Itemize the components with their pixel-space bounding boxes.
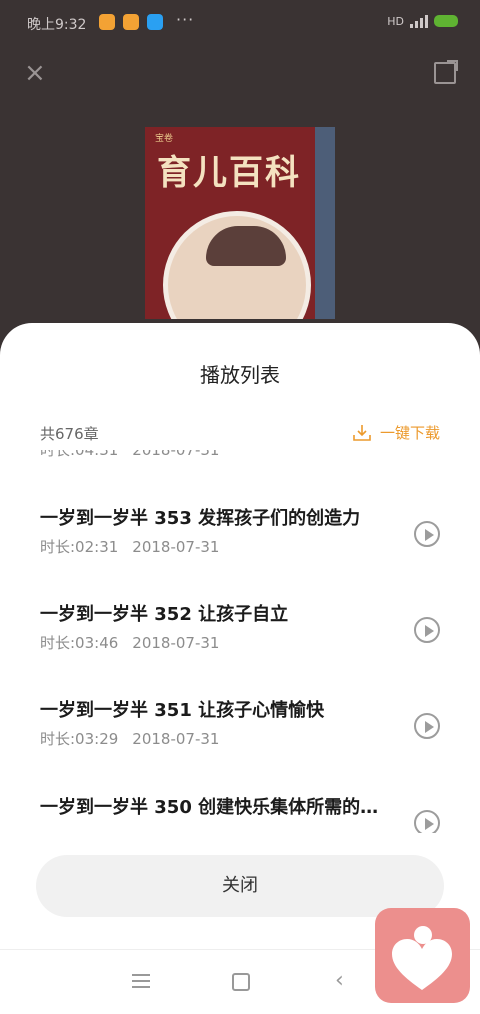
- sheet-title: 播放列表: [200, 363, 280, 387]
- list-item[interactable]: 一岁到一岁半 350 创建快乐集体所需的条件: [0, 793, 480, 833]
- menu-icon[interactable]: [132, 974, 150, 988]
- item-date: 2018-07-31: [132, 634, 220, 652]
- cover-spine: [315, 127, 335, 319]
- playlist-sheet: 播放列表 共676章 一键下载 时长:04:31 2018-07-31 一岁到一岁…: [0, 323, 480, 949]
- status-indicators: HD 49: [387, 14, 458, 28]
- item-duration: 时长:04:31: [40, 450, 119, 459]
- item-date: 2018-07-31: [132, 538, 220, 556]
- cover-title: 育儿百科: [157, 153, 301, 193]
- item-title: 一岁到一岁半 353 发挥孩子们的创造力: [40, 508, 361, 529]
- play-icon[interactable]: [414, 810, 440, 833]
- notification-app-icon: [99, 14, 115, 30]
- chapter-list[interactable]: 时长:04:31 2018-07-31 一岁到一岁半 353 发挥孩子们的创造力 …: [0, 450, 480, 833]
- download-icon: [353, 424, 371, 441]
- item-title: 一岁到一岁半 351 让孩子心情愉快: [40, 700, 325, 721]
- item-title: 一岁到一岁半 350 创建快乐集体所需的条件: [40, 797, 385, 818]
- heart-logo-icon: [392, 926, 452, 990]
- download-all-label: 一键下载: [379, 424, 440, 442]
- status-time: 晚上9:32: [27, 17, 87, 33]
- battery-icon: [434, 15, 458, 27]
- close-player-icon[interactable]: ×: [24, 60, 46, 86]
- status-more: ···: [176, 10, 195, 29]
- list-item[interactable]: 一岁到一岁半 353 发挥孩子们的创造力 时长:02:31 2018-07-31: [0, 504, 480, 600]
- cover-baby-hat: [206, 226, 286, 266]
- list-item[interactable]: 一岁到一岁半 352 让孩子自立 时长:03:46 2018-07-31: [0, 600, 480, 696]
- play-icon[interactable]: [414, 617, 440, 643]
- notification-app-icon: [123, 14, 139, 30]
- download-all-button[interactable]: 一键下载: [352, 422, 440, 443]
- item-duration: 时长:02:31: [40, 538, 119, 556]
- back-icon[interactable]: ‹: [335, 970, 344, 992]
- item-date: 2018-07-31: [132, 730, 220, 748]
- item-meta: 时长:03:29 2018-07-31: [40, 728, 219, 749]
- item-date: 2018-07-31: [132, 450, 220, 459]
- share-icon[interactable]: [434, 60, 458, 84]
- list-item[interactable]: 时长:04:31 2018-07-31: [0, 450, 480, 503]
- cover-publisher: 宝卷: [155, 134, 174, 144]
- item-duration: 时长:03:29: [40, 730, 119, 748]
- play-icon[interactable]: [414, 713, 440, 739]
- item-meta: 时长:04:31 2018-07-31: [40, 450, 219, 460]
- signal-icon: [410, 14, 428, 28]
- item-meta: 时长:02:31 2018-07-31: [40, 536, 219, 557]
- book-cover: 宝卷 育儿百科: [145, 127, 335, 319]
- chapter-count: 共676章: [40, 425, 99, 443]
- floating-logo[interactable]: [375, 908, 470, 1003]
- cover-baby-image: [163, 211, 311, 319]
- item-duration: 时长:03:46: [40, 634, 119, 652]
- item-title: 一岁到一岁半 352 让孩子自立: [40, 604, 289, 625]
- notification-app-icon: [147, 14, 163, 30]
- status-bar: 晚上9:32 ··· HD 49: [0, 0, 480, 44]
- list-item[interactable]: 一岁到一岁半 351 让孩子心情愉快 时长:03:29 2018-07-31: [0, 696, 480, 792]
- home-icon[interactable]: [232, 973, 250, 991]
- item-meta: 时长:03:46 2018-07-31: [40, 632, 219, 653]
- play-icon[interactable]: [414, 521, 440, 547]
- network-label: HD: [387, 14, 404, 28]
